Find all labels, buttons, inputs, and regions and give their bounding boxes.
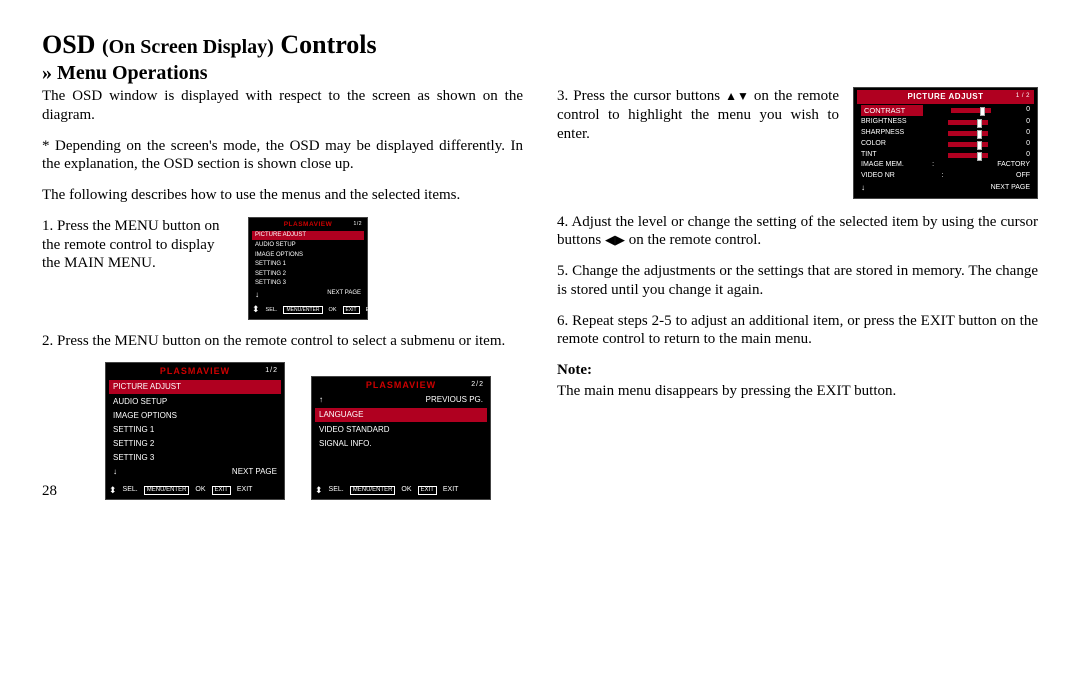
title-paren: (On Screen Display) (102, 36, 274, 58)
star-note: * Depending on the screen's mode, the OS… (42, 137, 523, 175)
step5-text: 5. Change the adjustments or the setting… (557, 262, 1038, 300)
left-triangle-icon (605, 231, 615, 250)
updown-icon (252, 304, 260, 315)
slider-bar (948, 153, 988, 158)
down-arrow-icon (861, 183, 865, 194)
page-title: OSD (On Screen Display) Controls (42, 30, 1038, 60)
osd-thumbnail-main-menu: PLASMAVIEW1/2 PICTURE ADJUST AUDIO SETUP… (248, 217, 368, 320)
page-number: 28 (42, 482, 57, 501)
right-triangle-icon (615, 231, 625, 250)
step1-text: 1. Press the MENU button on the remote c… (42, 217, 230, 273)
down-triangle-icon (737, 87, 749, 106)
title-tail: Controls (280, 30, 376, 59)
intro-text: The OSD window is displayed with respect… (42, 87, 523, 125)
step3-text: 3. Press the cursor buttons on the remot… (557, 87, 839, 143)
updown-icon (315, 485, 323, 497)
left-column: The OSD window is displayed with respect… (42, 87, 523, 678)
note-label: Note: (557, 361, 1038, 380)
up-triangle-icon (725, 87, 737, 106)
right-column: 3. Press the cursor buttons on the remot… (557, 87, 1038, 678)
step4-text: 4. Adjust the level or change the settin… (557, 213, 1038, 251)
down-arrow-icon (255, 290, 259, 301)
following-text: The following describes how to use the m… (42, 186, 523, 205)
note-text: The main menu disappears by pressing the… (557, 382, 1038, 401)
osd-menu-page1: PLASMAVIEW1/2 PICTURE ADJUST AUDIO SETUP… (105, 362, 285, 500)
osd-picture-adjust: PICTURE ADJUST1 / 2 CONTRAST0 BRIGHTNESS… (853, 87, 1038, 199)
slider-bar (948, 131, 988, 136)
slider-bar (948, 142, 988, 147)
section-heading: » Menu Operations (42, 62, 1038, 85)
step6-text: 6. Repeat steps 2-5 to adjust an additio… (557, 312, 1038, 350)
step2-text: 2. Press the MENU button on the remote c… (42, 332, 523, 351)
slider-bar (951, 108, 991, 113)
osd-menu-page2: PLASMAVIEW2/2 PREVIOUS PG. LANGUAGE VIDE… (311, 376, 491, 500)
slider-bar (948, 120, 988, 125)
up-arrow-icon (319, 395, 323, 405)
down-arrow-icon (113, 467, 117, 477)
title-main: OSD (42, 30, 95, 59)
updown-icon (109, 485, 117, 497)
